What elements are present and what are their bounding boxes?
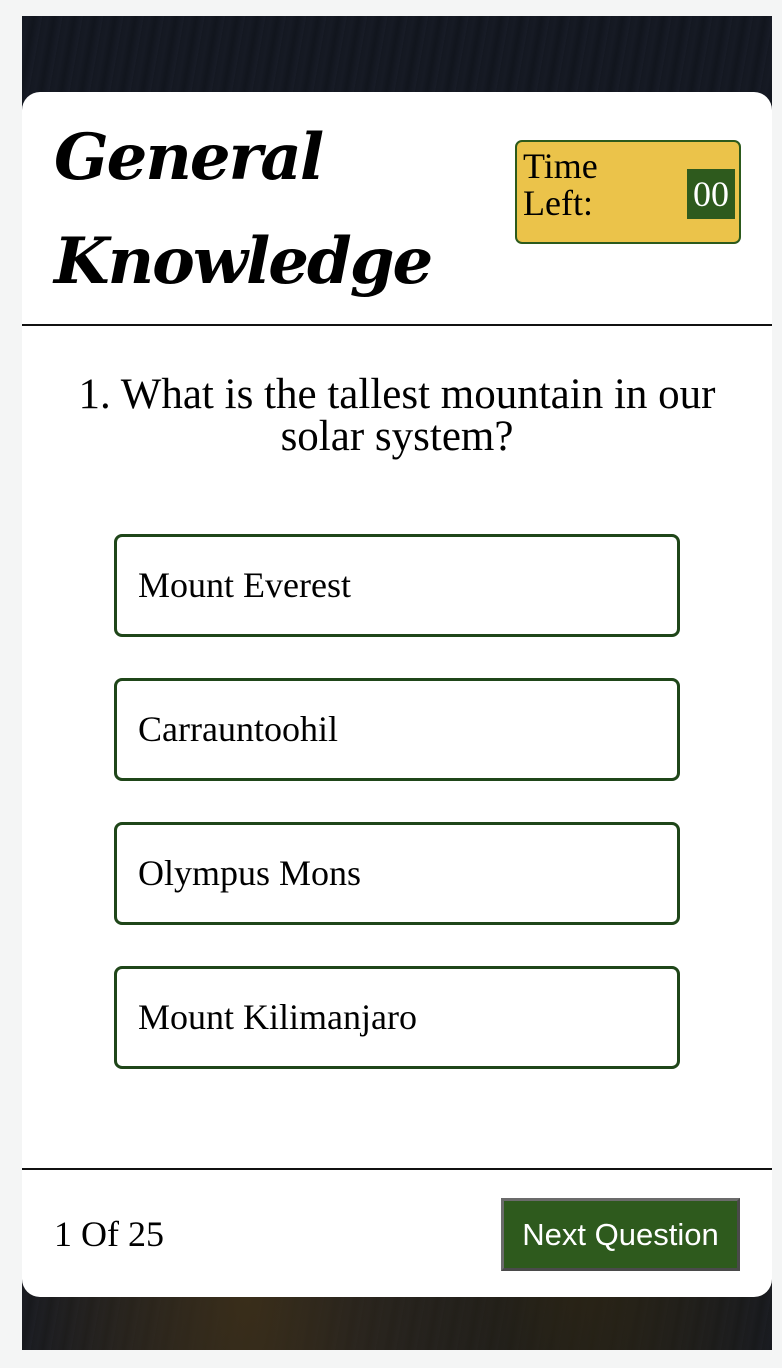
answer-list: Mount Everest Carrauntoohil Olympus Mons…: [114, 534, 680, 1110]
timer-box: Time Left: 00: [515, 140, 741, 244]
question-progress: 1 Of 25: [54, 1214, 164, 1254]
quiz-card: General Knowledge Time Left: 00 1. What …: [22, 92, 772, 1297]
timer-label: Time Left:: [523, 148, 623, 222]
next-question-button[interactable]: Next Question: [501, 1198, 740, 1271]
answer-option-2[interactable]: Carrauntoohil: [114, 678, 680, 781]
answer-option-4[interactable]: Mount Kilimanjaro: [114, 966, 680, 1069]
quiz-title-line2: Knowledge: [54, 224, 433, 299]
timer-label-line2: Left:: [523, 183, 593, 223]
quiz-footer: 1 Of 25 Next Question: [22, 1168, 772, 1297]
answer-option-1[interactable]: Mount Everest: [114, 534, 680, 637]
quiz-title: General Knowledge: [54, 106, 474, 314]
question-text: 1. What is the tallest mountain in our s…: [78, 371, 716, 460]
timer-label-line1: Time: [523, 146, 598, 186]
quiz-title-line1: General: [54, 120, 324, 195]
quiz-header: General Knowledge Time Left: 00: [22, 92, 772, 326]
timer-value: 00: [687, 169, 735, 219]
answer-option-3[interactable]: Olympus Mons: [114, 822, 680, 925]
